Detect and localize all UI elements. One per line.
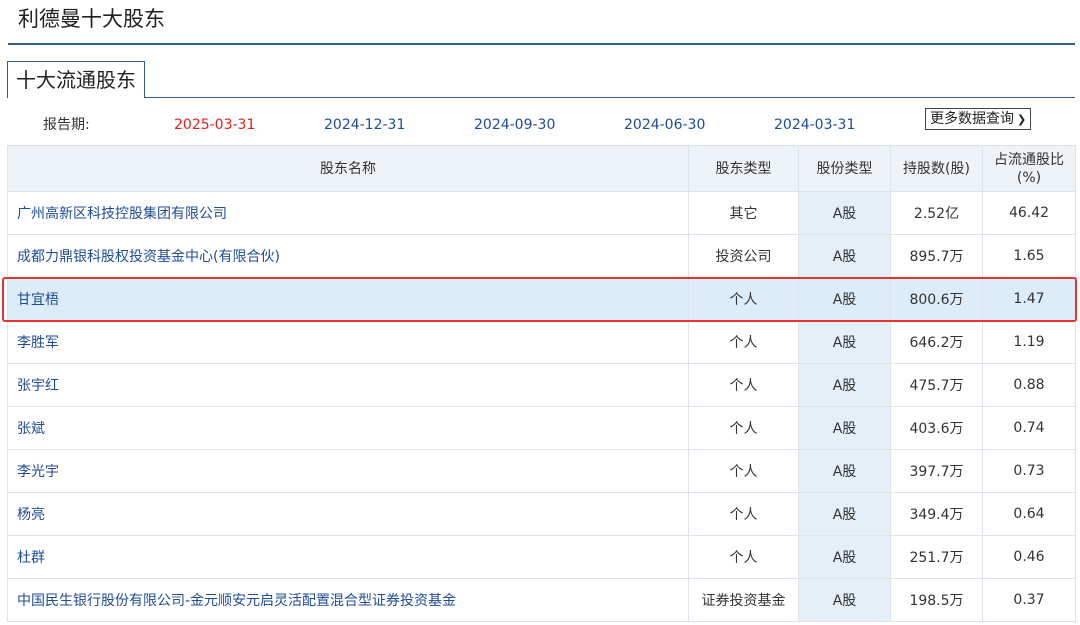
cell-ratio: 0.88 — [982, 363, 1076, 407]
table-row: 杜群 个人 A股 251.7万 0.46 — [7, 535, 1076, 579]
table-row: 成都力鼎银科股权投资基金中心(有限合伙) 投资公司 A股 895.7万 1.65 — [7, 234, 1076, 278]
table-row: 李光宇 个人 A股 397.7万 0.73 — [7, 449, 1076, 493]
cell-holder-type: 个人 — [688, 449, 799, 493]
cell-holder-name[interactable]: 李光宇 — [7, 449, 689, 493]
table-row: 杨亮 个人 A股 349.4万 0.64 — [7, 492, 1076, 536]
cell-shares: 2.52亿 — [890, 191, 983, 235]
cell-share-type: A股 — [798, 492, 891, 536]
cell-shares: 198.5万 — [890, 578, 983, 622]
cell-holder-type: 个人 — [688, 406, 799, 450]
cell-share-type: A股 — [798, 363, 891, 407]
cell-ratio: 0.37 — [982, 578, 1076, 622]
more-data-query-select[interactable]: 更多数据查询 ❯ — [925, 108, 1032, 130]
table-header-row: 股东名称 股东类型 股份类型 持股数(股) 占流通股比(%) — [7, 145, 1076, 192]
cell-shares: 895.7万 — [890, 234, 983, 278]
table-body: 广州高新区科技控股集团有限公司 其它 A股 2.52亿 46.42 成都力鼎银科股权投资基… — [7, 191, 1076, 622]
period-link-2024-06-30[interactable]: 2024-06-30 — [624, 113, 705, 137]
cell-holder-name[interactable]: 张宇红 — [7, 363, 689, 407]
cell-ratio: 1.19 — [982, 320, 1076, 364]
cell-share-type: A股 — [798, 191, 891, 235]
table-row: 广州高新区科技控股集团有限公司 其它 A股 2.52亿 46.42 — [7, 191, 1076, 235]
cell-holder-type: 个人 — [688, 363, 799, 407]
cell-shares: 251.7万 — [890, 535, 983, 579]
table-row: 甘宜梧 个人 A股 800.6万 1.47 — [7, 277, 1076, 321]
page-title: 利德曼十大股东 — [18, 7, 165, 31]
cell-share-type: A股 — [798, 449, 891, 493]
table-row: 张宇红 个人 A股 475.7万 0.88 — [7, 363, 1076, 407]
cell-holder-name[interactable]: 成都力鼎银科股权投资基金中心(有限合伙) — [7, 234, 689, 278]
table-row: 李胜军 个人 A股 646.2万 1.19 — [7, 320, 1076, 364]
cell-shares: 800.6万 — [890, 277, 983, 321]
cell-shares: 403.6万 — [890, 406, 983, 450]
col-header-name: 股东名称 — [7, 145, 689, 192]
cell-ratio: 0.64 — [982, 492, 1076, 536]
title-divider — [8, 43, 1075, 45]
cell-holder-type: 个人 — [688, 277, 799, 321]
cell-ratio: 0.46 — [982, 535, 1076, 579]
cell-holder-name[interactable]: 广州高新区科技控股集团有限公司 — [7, 191, 689, 235]
cell-ratio: 0.73 — [982, 449, 1076, 493]
cell-ratio: 1.47 — [982, 277, 1076, 321]
cell-holder-type: 个人 — [688, 492, 799, 536]
cell-holder-type: 投资公司 — [688, 234, 799, 278]
tab-divider — [7, 97, 1075, 98]
report-period-bar: 报告期: 2025-03-31 2024-12-31 2024-09-30 20… — [0, 113, 1080, 137]
cell-share-type: A股 — [798, 406, 891, 450]
cell-holder-type: 证券投资基金 — [688, 578, 799, 622]
col-header-ratio: 占流通股比(%) — [982, 145, 1076, 192]
cell-ratio: 0.74 — [982, 406, 1076, 450]
cell-holder-name[interactable]: 中国民生银行股份有限公司-金元顺安元启灵活配置混合型证券投资基金 — [7, 578, 689, 622]
chevron-down-icon: ❯ — [1017, 113, 1027, 126]
cell-holder-type: 其它 — [688, 191, 799, 235]
cell-holder-name[interactable]: 杨亮 — [7, 492, 689, 536]
cell-share-type: A股 — [798, 320, 891, 364]
table-row: 中国民生银行股份有限公司-金元顺安元启灵活配置混合型证券投资基金 证券投资基金 A股… — [7, 578, 1076, 622]
cell-shares: 646.2万 — [890, 320, 983, 364]
cell-holder-type: 个人 — [688, 535, 799, 579]
cell-holder-name[interactable]: 甘宜梧 — [7, 277, 689, 321]
cell-shares: 475.7万 — [890, 363, 983, 407]
page: 利德曼十大股东 十大流通股东 报告期: 2025-03-31 2024-12-3… — [0, 0, 1080, 625]
tab-float-shareholders[interactable]: 十大流通股东 — [7, 61, 145, 98]
cell-shares: 349.4万 — [890, 492, 983, 536]
cell-share-type: A股 — [798, 277, 891, 321]
cell-holder-name[interactable]: 李胜军 — [7, 320, 689, 364]
col-header-holder-type: 股东类型 — [688, 145, 799, 192]
cell-shares: 397.7万 — [890, 449, 983, 493]
cell-holder-type: 个人 — [688, 320, 799, 364]
col-header-share-type: 股份类型 — [798, 145, 891, 192]
cell-holder-name[interactable]: 杜群 — [7, 535, 689, 579]
cell-holder-name[interactable]: 张斌 — [7, 406, 689, 450]
cell-share-type: A股 — [798, 234, 891, 278]
period-link-2024-09-30[interactable]: 2024-09-30 — [474, 113, 555, 137]
cell-ratio: 46.42 — [982, 191, 1076, 235]
period-link-2024-03-31[interactable]: 2024-03-31 — [774, 113, 855, 137]
col-header-shares: 持股数(股) — [890, 145, 983, 192]
period-link-2025-03-31[interactable]: 2025-03-31 — [174, 113, 255, 137]
table-row: 张斌 个人 A股 403.6万 0.74 — [7, 406, 1076, 450]
cell-share-type: A股 — [798, 535, 891, 579]
period-link-2024-12-31[interactable]: 2024-12-31 — [324, 113, 405, 137]
cell-share-type: A股 — [798, 578, 891, 622]
report-period-label: 报告期: — [43, 117, 90, 133]
more-data-query-label: 更多数据查询 — [930, 111, 1014, 127]
cell-ratio: 1.65 — [982, 234, 1076, 278]
shareholders-table: 股东名称 股东类型 股份类型 持股数(股) 占流通股比(%) 广州高新区科技控股… — [7, 145, 1076, 622]
